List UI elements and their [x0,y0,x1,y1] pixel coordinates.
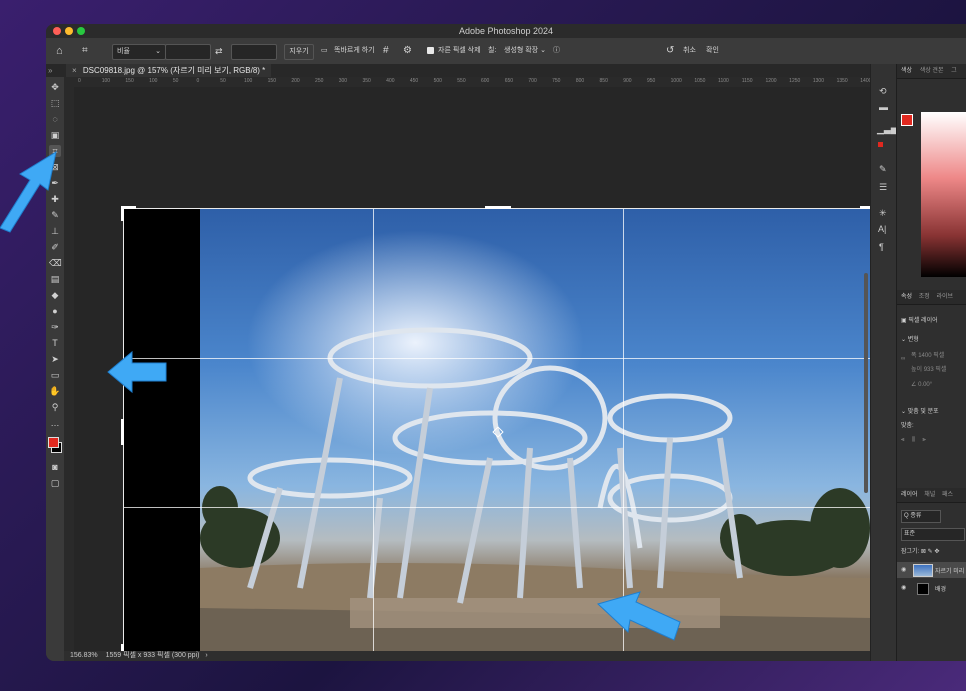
arrow-to-left-handle [107,350,167,394]
arrow-to-generate-button [597,591,681,641]
annotation-arrows [0,150,681,641]
arrow-to-crop-tool [0,150,57,233]
